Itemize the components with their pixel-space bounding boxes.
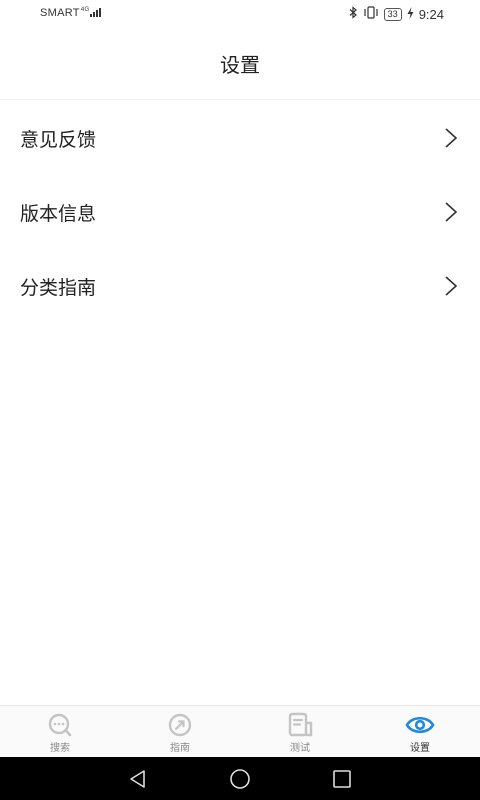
settings-item-label: 分类指南 <box>20 276 97 299</box>
tab-label: 指南 <box>170 743 190 754</box>
network-type: 4G <box>80 7 90 13</box>
settings-item-category-guide[interactable]: 分类指南 <box>0 249 480 323</box>
document-icon <box>288 712 313 737</box>
eye-icon <box>405 716 435 734</box>
tab-label: 设置 <box>410 743 430 754</box>
settings-item-label: 意见反馈 <box>20 128 97 151</box>
home-icon[interactable] <box>228 767 252 791</box>
tab-label: 测试 <box>290 743 310 754</box>
chevron-right-icon <box>445 202 458 222</box>
signal-icon <box>90 7 102 17</box>
chevron-right-icon <box>445 128 458 148</box>
settings-item-version[interactable]: 版本信息 <box>0 175 480 249</box>
page-header: 设置 <box>0 28 480 100</box>
page-title: 设置 <box>220 53 260 77</box>
battery-indicator: 33 <box>383 7 402 21</box>
tab-label: 搜索 <box>50 743 70 754</box>
compass-icon <box>168 713 192 737</box>
bottom-tab-bar: 搜索 指南 测试 设置 <box>0 705 480 757</box>
recents-icon[interactable] <box>330 767 354 791</box>
tab-test[interactable]: 测试 <box>240 706 360 757</box>
bluetooth-icon <box>349 6 358 22</box>
back-icon[interactable] <box>126 767 150 791</box>
charging-icon <box>407 6 414 22</box>
status-bar: SMART4G 33 9:24 <box>0 0 480 28</box>
search-chat-icon <box>48 713 72 737</box>
status-left: SMART4G <box>40 7 102 19</box>
settings-list: 意见反馈 版本信息 分类指南 <box>0 101 480 323</box>
settings-item-label: 版本信息 <box>20 202 97 225</box>
status-right: 33 9:24 <box>349 6 444 22</box>
tab-guide[interactable]: 指南 <box>120 706 240 757</box>
carrier-label: SMART <box>40 7 80 19</box>
system-nav-bar <box>0 757 480 800</box>
chevron-right-icon <box>445 276 458 296</box>
tab-search[interactable]: 搜索 <box>0 706 120 757</box>
settings-item-feedback[interactable]: 意见反馈 <box>0 101 480 175</box>
tab-settings[interactable]: 设置 <box>360 706 480 757</box>
vibrate-icon <box>363 6 379 22</box>
clock: 9:24 <box>418 6 444 22</box>
